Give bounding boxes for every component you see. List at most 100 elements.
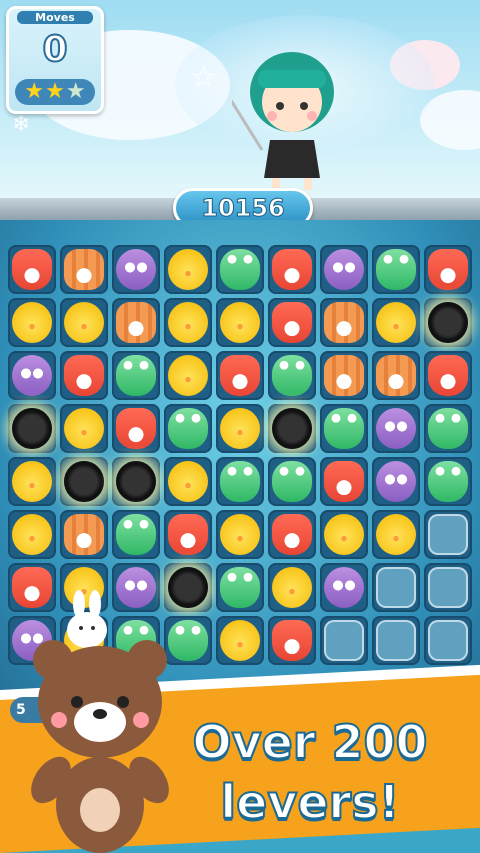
bomb-icon <box>64 461 104 502</box>
cat-icon <box>324 355 364 396</box>
board-cell[interactable] <box>372 510 420 559</box>
board-cell[interactable] <box>164 245 212 294</box>
board-cell[interactable] <box>372 616 420 665</box>
board-cell[interactable] <box>8 457 56 506</box>
board-cell[interactable] <box>268 298 316 347</box>
board-cell[interactable] <box>424 351 472 400</box>
frog-icon <box>324 408 364 449</box>
chick-icon <box>168 461 208 502</box>
board-cell[interactable] <box>216 616 264 665</box>
moves-panel: Moves 0 ★ ★ ★ <box>6 6 104 114</box>
chick-icon <box>12 302 52 343</box>
board-cell[interactable] <box>8 245 56 294</box>
board-cell[interactable] <box>112 563 160 612</box>
board-cell[interactable] <box>320 404 368 453</box>
board-cell[interactable] <box>424 298 472 347</box>
board-cell[interactable] <box>320 563 368 612</box>
jelly-icon <box>324 620 364 661</box>
jelly-icon <box>428 620 468 661</box>
chick-icon <box>168 355 208 396</box>
fairy-character <box>232 52 334 190</box>
owl-icon <box>324 567 364 608</box>
chick-icon <box>168 302 208 343</box>
board-cell[interactable] <box>60 351 108 400</box>
owl-icon <box>116 249 156 290</box>
board-cell[interactable] <box>60 510 108 559</box>
board-cell[interactable] <box>424 510 472 559</box>
board-cell[interactable] <box>216 510 264 559</box>
chick-icon <box>272 567 312 608</box>
promo-headline: Over 200 levers! <box>150 712 470 832</box>
board-cell[interactable] <box>320 298 368 347</box>
board-cell[interactable] <box>164 404 212 453</box>
fox-icon <box>272 620 312 661</box>
jelly-icon <box>428 514 468 555</box>
board-cell[interactable] <box>216 245 264 294</box>
board-cell[interactable] <box>60 245 108 294</box>
board-cell[interactable] <box>424 457 472 506</box>
board-cell[interactable] <box>268 510 316 559</box>
board-cell[interactable] <box>216 298 264 347</box>
cat-icon <box>64 249 104 290</box>
board-cell[interactable] <box>372 457 420 506</box>
board-cell[interactable] <box>164 298 212 347</box>
board-cell[interactable] <box>8 298 56 347</box>
board-cell[interactable] <box>8 351 56 400</box>
board-cell[interactable] <box>216 457 264 506</box>
board-cell[interactable] <box>320 616 368 665</box>
frog-icon <box>376 249 416 290</box>
owl-icon <box>12 355 52 396</box>
board-cell[interactable] <box>372 351 420 400</box>
fox-icon <box>272 514 312 555</box>
board-cell[interactable] <box>60 457 108 506</box>
board-cell[interactable] <box>8 404 56 453</box>
frog-icon <box>168 408 208 449</box>
board-cell[interactable] <box>424 245 472 294</box>
board-cell[interactable] <box>8 563 56 612</box>
board-cell[interactable] <box>216 404 264 453</box>
chick-icon <box>220 514 260 555</box>
board-cell[interactable] <box>320 351 368 400</box>
board-cell[interactable] <box>268 404 316 453</box>
board-cell[interactable] <box>320 510 368 559</box>
board-cell[interactable] <box>164 563 212 612</box>
board-cell[interactable] <box>268 457 316 506</box>
board-cell[interactable] <box>424 563 472 612</box>
board-cell[interactable] <box>320 457 368 506</box>
board-cell[interactable] <box>372 245 420 294</box>
board-cell[interactable] <box>424 404 472 453</box>
board-cell[interactable] <box>112 457 160 506</box>
board-cell[interactable] <box>268 616 316 665</box>
chick-icon <box>220 302 260 343</box>
jelly-icon <box>376 620 416 661</box>
board-cell[interactable] <box>216 563 264 612</box>
fox-icon <box>428 355 468 396</box>
board-cell[interactable] <box>112 510 160 559</box>
moves-value: 0 <box>41 28 68 71</box>
fox-icon <box>272 249 312 290</box>
board-cell[interactable] <box>112 404 160 453</box>
board-cell[interactable] <box>164 351 212 400</box>
cat-icon <box>376 355 416 396</box>
board-cell[interactable] <box>372 298 420 347</box>
board-cell[interactable] <box>268 563 316 612</box>
board-cell[interactable] <box>112 351 160 400</box>
board-cell[interactable] <box>60 404 108 453</box>
board-cell[interactable] <box>8 510 56 559</box>
board-cell[interactable] <box>268 351 316 400</box>
board-cell[interactable] <box>216 351 264 400</box>
board-cell[interactable] <box>372 404 420 453</box>
fox-icon <box>324 461 364 502</box>
board-cell[interactable] <box>424 616 472 665</box>
frog-icon <box>428 408 468 449</box>
board-cell[interactable] <box>60 298 108 347</box>
board-cell[interactable] <box>372 563 420 612</box>
star-filled-icon: ★ <box>24 79 45 104</box>
headline-line1: Over 200 <box>191 714 428 770</box>
board-cell[interactable] <box>164 457 212 506</box>
board-cell[interactable] <box>112 298 160 347</box>
board-cell[interactable] <box>112 245 160 294</box>
board-cell[interactable] <box>268 245 316 294</box>
board-cell[interactable] <box>320 245 368 294</box>
board-cell[interactable] <box>164 510 212 559</box>
